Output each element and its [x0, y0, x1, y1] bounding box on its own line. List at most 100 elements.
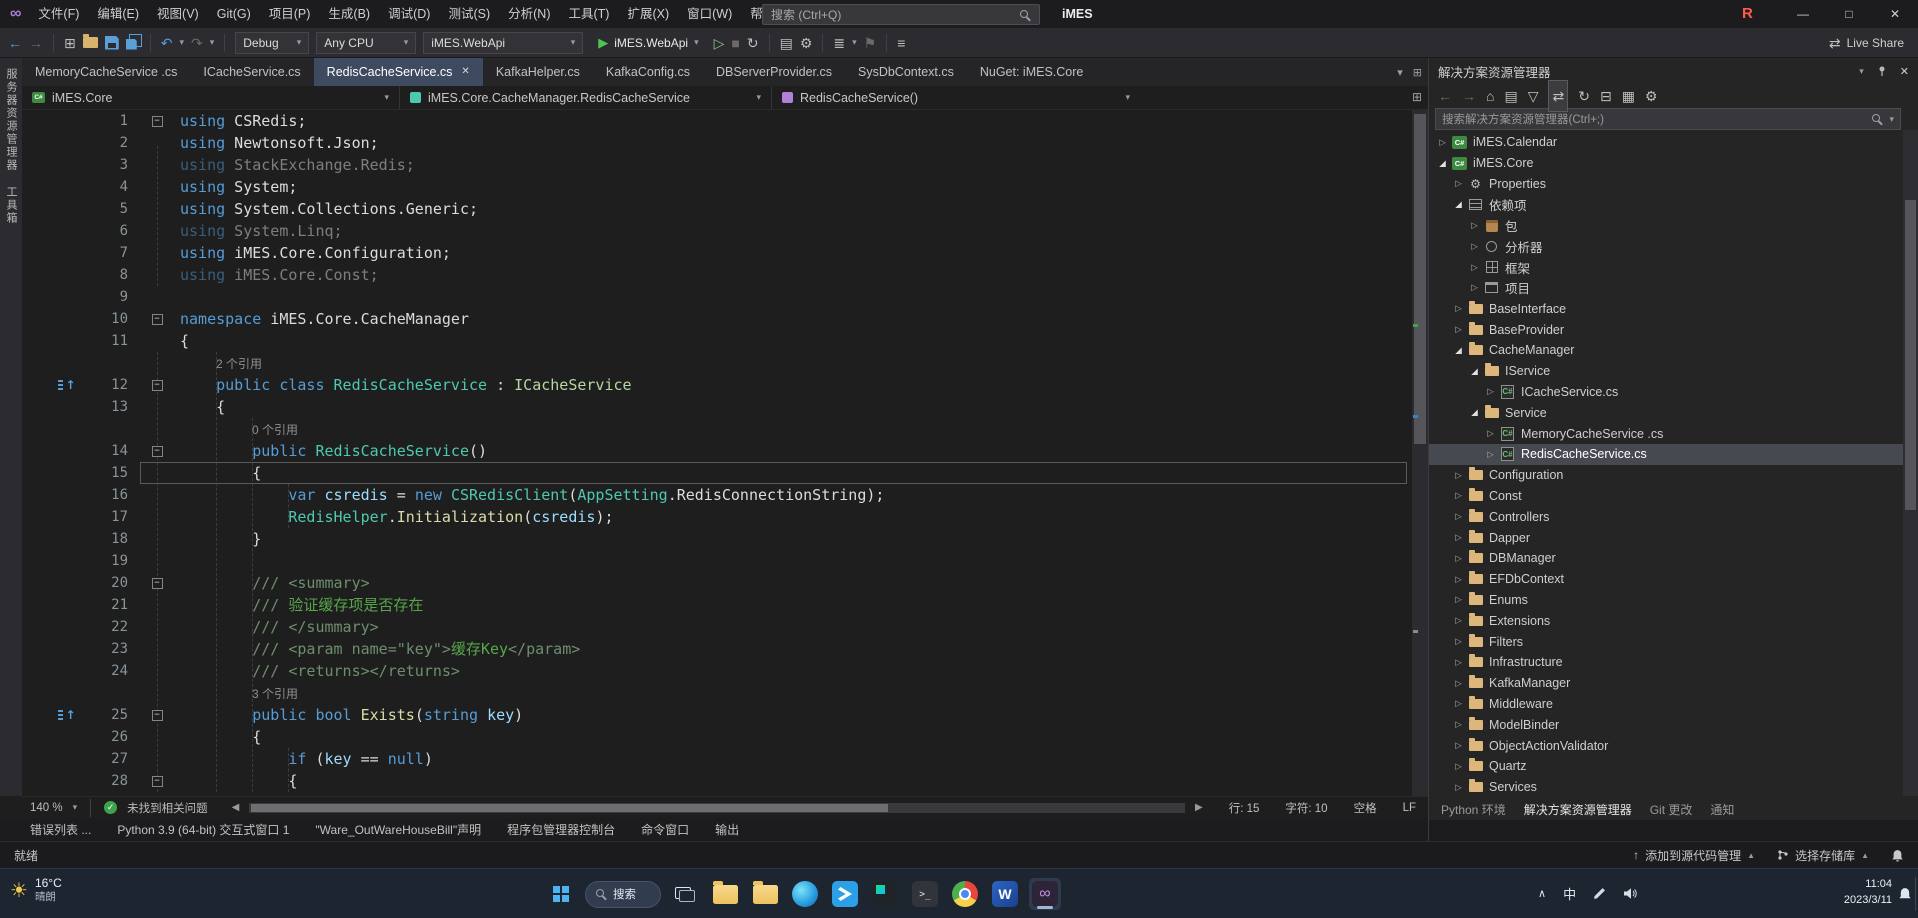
tree-item[interactable]: ▷ Dapper: [1429, 527, 1904, 548]
code-text[interactable]: public bool Exists(string key): [168, 704, 1412, 726]
start-button[interactable]: [545, 878, 577, 910]
properties-icon[interactable]: ⚙: [1645, 81, 1658, 111]
refresh-icon[interactable]: ↻: [1578, 81, 1590, 111]
code-text[interactable]: /// </summary>: [168, 616, 1412, 638]
edge-button[interactable]: [789, 878, 821, 910]
breakpoint-margin[interactable]: [22, 726, 54, 748]
inheritance-margin-icon[interactable]: ↑: [54, 374, 80, 396]
member-dropdown[interactable]: RedisCacheService() ▾: [772, 86, 1140, 109]
menu-item-11[interactable]: 扩展(X): [618, 7, 678, 21]
maximize-button[interactable]: □: [1826, 0, 1872, 28]
close-icon[interactable]: ✕: [461, 58, 469, 86]
fold-margin[interactable]: −: [146, 374, 168, 396]
open-folder-icon[interactable]: [82, 34, 98, 48]
tree-item[interactable]: ▷ Quartz: [1429, 756, 1904, 777]
doc-tab-8[interactable]: NuGet: iMES.Core: [967, 58, 1097, 86]
bottom-tab-5[interactable]: 命令窗口: [641, 821, 689, 838]
fold-collapse-icon[interactable]: −: [151, 379, 163, 391]
tree-item[interactable]: ◢ 依赖项: [1429, 194, 1904, 215]
collapse-all-icon[interactable]: ⊟: [1600, 81, 1612, 111]
tree-item[interactable]: ◢ Service: [1429, 402, 1904, 423]
scrollbar-thumb[interactable]: [1905, 200, 1916, 510]
task-list-icon[interactable]: ≡: [897, 28, 905, 58]
codelens-references[interactable]: 0 个引用: [252, 419, 298, 441]
code-text[interactable]: using Newtonsoft.Json;: [168, 132, 1412, 154]
breakpoint-margin[interactable]: [22, 154, 54, 176]
options-gear-icon[interactable]: ⚙: [800, 28, 813, 58]
live-share-button[interactable]: ⇄ Live Share: [1829, 28, 1904, 58]
horizontal-scrollbar[interactable]: [249, 802, 1185, 813]
chevron-down-icon[interactable]: ▾: [852, 37, 857, 48]
tree-item[interactable]: ▷ Infrastructure: [1429, 652, 1904, 673]
folder-button[interactable]: [749, 878, 781, 910]
tree-item[interactable]: ◢ C# iMES.Core: [1429, 153, 1904, 174]
menu-item-6[interactable]: 生成(B): [319, 7, 379, 21]
undo-icon[interactable]: ↶: [161, 28, 173, 58]
code-text[interactable]: /// <summary>: [168, 572, 1412, 594]
inheritance-margin-icon[interactable]: ↑: [54, 704, 80, 726]
select-repository-button[interactable]: 选择存储库 ▲: [1777, 847, 1869, 864]
code-text[interactable]: using CSRedis;: [168, 110, 1412, 132]
code-text[interactable]: }: [168, 528, 1412, 550]
collapsed-arrow-icon[interactable]: ▷: [1451, 511, 1466, 522]
breakpoint-margin[interactable]: [22, 352, 54, 374]
home-icon[interactable]: ⌂: [1486, 81, 1494, 111]
tree-item[interactable]: ▷ 项目: [1429, 278, 1904, 299]
tree-item[interactable]: ▷ BaseInterface: [1429, 298, 1904, 319]
start-without-debugging-icon[interactable]: ▷: [714, 28, 725, 58]
back-icon[interactable]: ←: [1438, 81, 1452, 111]
breakpoint-margin[interactable]: [22, 242, 54, 264]
save-all-icon[interactable]: [126, 33, 142, 50]
breakpoint-margin[interactable]: [22, 396, 54, 418]
breakpoint-margin[interactable]: [22, 286, 54, 308]
fold-margin[interactable]: −: [146, 440, 168, 462]
code-text[interactable]: using System;: [168, 176, 1412, 198]
code-text[interactable]: {: [168, 396, 1412, 418]
breakpoint-margin[interactable]: [22, 484, 54, 506]
forward-icon[interactable]: →: [1462, 81, 1476, 111]
doc-tab-2[interactable]: ICacheService.cs: [190, 58, 313, 86]
stop-icon[interactable]: ■: [731, 28, 739, 58]
solution-explorer-header[interactable]: 解决方案资源管理器 ▾ ✕: [1429, 58, 1918, 84]
breakpoint-margin[interactable]: [22, 440, 54, 462]
breakpoint-margin[interactable]: [22, 594, 54, 616]
code-text[interactable]: [168, 286, 1412, 308]
navigate-forward-icon[interactable]: →: [29, 28, 43, 58]
breakpoint-margin[interactable]: [22, 374, 54, 396]
panel-tab-1[interactable]: Python 环境: [1441, 801, 1506, 818]
code-text[interactable]: /// 验证缓存项是否存在: [168, 594, 1412, 616]
navigate-back-icon[interactable]: ←: [8, 28, 22, 58]
code-text[interactable]: 0 个引用: [168, 418, 1412, 440]
fold-collapse-icon[interactable]: −: [151, 577, 163, 589]
panel-tab-3[interactable]: Git 更改: [1650, 801, 1693, 818]
r-app-icon[interactable]: R: [1742, 0, 1753, 28]
tool-window-tab-1[interactable]: 服务器资源管理器: [3, 68, 19, 172]
active-files-dropdown-icon[interactable]: ▾: [1397, 66, 1403, 79]
switch-views-icon[interactable]: ▤: [1504, 81, 1517, 111]
tree-item[interactable]: ▷ Filters: [1429, 631, 1904, 652]
code-text[interactable]: if (key == null): [168, 748, 1412, 770]
breakpoint-margin[interactable]: [22, 572, 54, 594]
fold-collapse-icon[interactable]: −: [151, 709, 163, 721]
breakpoint-margin[interactable]: [22, 682, 54, 704]
menu-item-8[interactable]: 测试(S): [439, 7, 499, 21]
collapsed-arrow-icon[interactable]: ▷: [1451, 698, 1466, 709]
code-text[interactable]: using StackExchange.Redis;: [168, 154, 1412, 176]
new-file-icon[interactable]: ⊞: [64, 28, 76, 58]
show-all-files-icon[interactable]: ▦: [1622, 81, 1635, 111]
tree-item[interactable]: ▷ Middleware: [1429, 694, 1904, 715]
breakpoint-margin[interactable]: [22, 638, 54, 660]
code-text[interactable]: 2 个引用: [168, 352, 1412, 374]
collapsed-arrow-icon[interactable]: ▷: [1451, 553, 1466, 564]
menu-item-12[interactable]: 窗口(W): [678, 7, 741, 21]
tree-item[interactable]: ▷ Extensions: [1429, 610, 1904, 631]
add-to-source-control-button[interactable]: ↑ 添加到源代码管理 ▲: [1633, 847, 1755, 864]
redo-icon[interactable]: ↷: [191, 28, 203, 58]
breakpoint-margin[interactable]: [22, 770, 54, 792]
tree-item[interactable]: ▷ Configuration: [1429, 465, 1904, 486]
tree-item[interactable]: ▷ Services: [1429, 777, 1904, 798]
tree-item[interactable]: ▷ ⚙ Properties: [1429, 174, 1904, 195]
pen-icon[interactable]: [1593, 887, 1606, 900]
fold-collapse-icon[interactable]: −: [151, 313, 163, 325]
breakpoint-margin[interactable]: [22, 176, 54, 198]
